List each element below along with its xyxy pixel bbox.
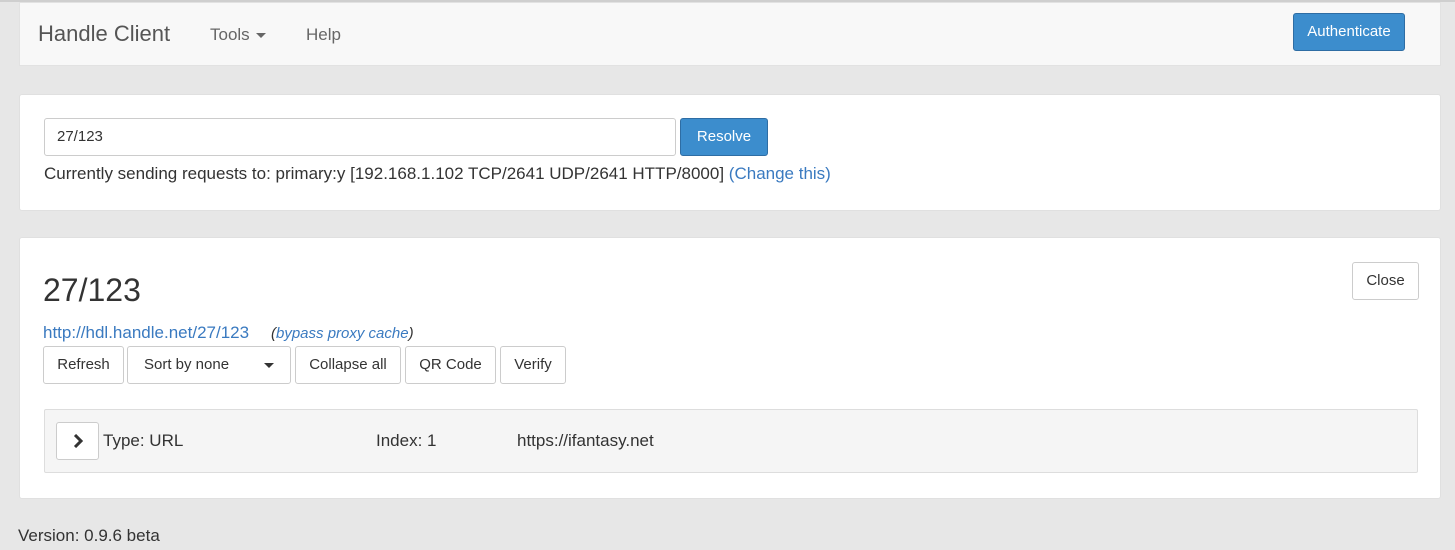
value-index: Index: 1	[376, 431, 437, 450]
value-type: Type: URL	[103, 431, 184, 450]
value-data-link[interactable]: https://ifantasy.net	[517, 431, 654, 451]
chevron-right-icon	[73, 434, 83, 448]
close-button[interactable]: Close	[1352, 262, 1419, 300]
handle-value-row: Type: URL Index: 1 https://ifantasy.net	[44, 409, 1418, 473]
handle-title: 27/123	[43, 272, 141, 308]
resolve-button[interactable]: Resolve	[680, 118, 768, 156]
resolver-panel: 27/123 Resolve Currently sending request…	[19, 94, 1441, 211]
refresh-button[interactable]: Refresh	[43, 346, 124, 384]
change-server-link[interactable]: (Change this)	[729, 164, 831, 183]
server-status: Currently sending requests to: primary:y…	[44, 164, 831, 184]
authenticate-button[interactable]: Authenticate	[1293, 13, 1405, 51]
caret-down-icon	[264, 363, 274, 368]
server-status-text: Currently sending requests to: primary:y…	[44, 164, 725, 183]
handle-url-link[interactable]: http://hdl.handle.net/27/123	[43, 323, 249, 343]
bypass-proxy-cache-link[interactable]: bypass proxy cache	[276, 325, 409, 342]
version-label: Version: 0.9.6 beta	[18, 526, 160, 545]
collapse-all-button[interactable]: Collapse all	[295, 346, 401, 384]
caret-down-icon	[255, 33, 266, 39]
navbar: Handle Client Tools Help Authenticate	[19, 2, 1441, 66]
expand-button[interactable]	[56, 422, 99, 460]
help-link[interactable]: Help	[306, 25, 341, 45]
qr-code-button[interactable]: QR Code	[405, 346, 496, 384]
bypass-close-paren: )	[408, 325, 414, 342]
sort-dropdown[interactable]: Sort by none	[127, 346, 291, 384]
sort-dropdown-label: Sort by none	[144, 356, 230, 373]
bypass-proxy: (bypass proxy cache)	[271, 325, 414, 342]
handle-panel: 27/123 Close http://hdl.handle.net/27/12…	[19, 237, 1441, 499]
verify-button[interactable]: Verify	[500, 346, 566, 384]
tools-menu-label: Tools	[210, 25, 250, 44]
handle-input[interactable]: 27/123	[44, 118, 676, 156]
tools-menu[interactable]: Tools	[210, 25, 266, 45]
brand-title[interactable]: Handle Client	[38, 21, 170, 47]
